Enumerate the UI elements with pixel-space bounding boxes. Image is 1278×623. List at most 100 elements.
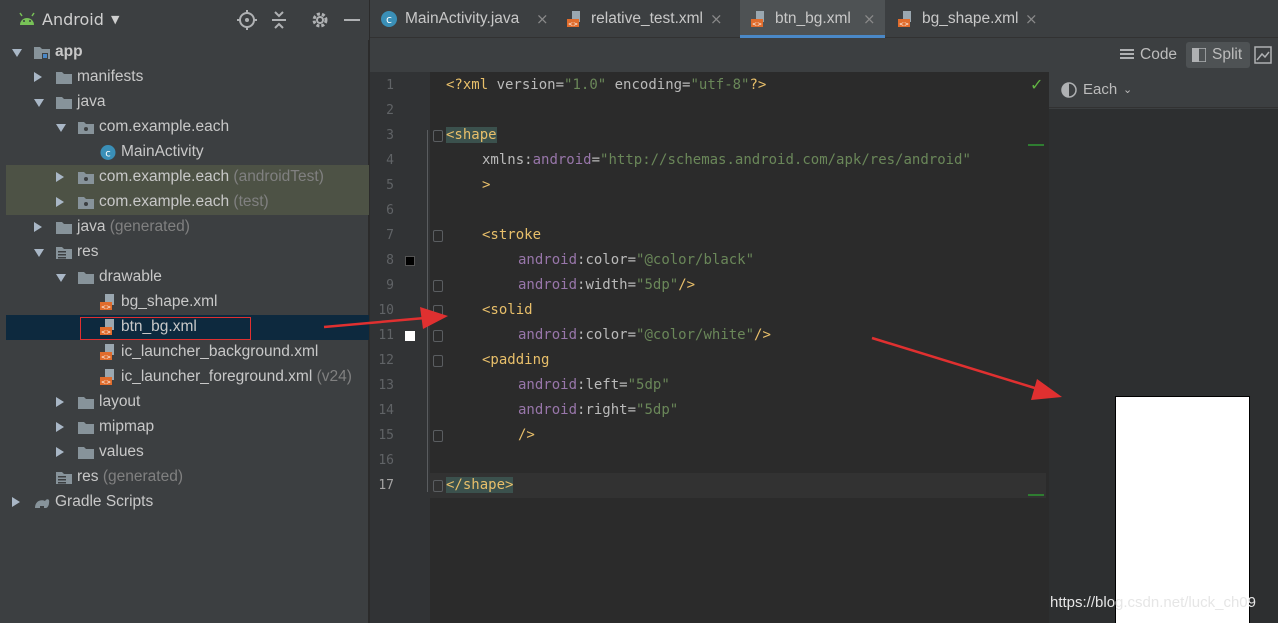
chevron-right-icon[interactable] bbox=[56, 397, 64, 407]
code-view-button[interactable]: Code bbox=[1114, 42, 1184, 68]
tree-item-label: values bbox=[99, 443, 144, 460]
check-icon[interactable]: ✓ bbox=[1030, 75, 1043, 94]
tree-item[interactable]: <> ic_launcher_background.xml bbox=[6, 340, 369, 365]
tree-item[interactable]: mipmap bbox=[6, 415, 369, 440]
tree-item-label: java bbox=[77, 93, 106, 110]
tree-item[interactable]: <> ic_launcher_foreground.xml (v24) bbox=[6, 365, 369, 390]
line-number: 13 bbox=[378, 378, 394, 393]
tree-item-label: drawable bbox=[99, 268, 162, 285]
svg-text:<>: <> bbox=[101, 304, 111, 311]
svg-text:c: c bbox=[105, 149, 111, 160]
tree-item-label: res bbox=[77, 243, 99, 260]
tree-item[interactable]: manifests bbox=[6, 65, 369, 90]
chevron-down-icon[interactable]: ▼ bbox=[111, 13, 119, 26]
tab-relative-test[interactable]: <> relative_test.xml × bbox=[556, 0, 738, 38]
tree-item-label: ic_launcher_background.xml bbox=[121, 343, 319, 360]
tree-item[interactable]: java bbox=[6, 90, 369, 115]
fold-marker-icon[interactable] bbox=[433, 480, 443, 492]
package-icon bbox=[78, 172, 94, 184]
chevron-right-icon[interactable] bbox=[34, 222, 42, 232]
tree-item[interactable]: app bbox=[6, 40, 369, 65]
chevron-right-icon[interactable] bbox=[12, 497, 20, 507]
chevron-down-icon[interactable] bbox=[12, 49, 22, 57]
tree-item[interactable]: values bbox=[6, 440, 369, 465]
line-number: 5 bbox=[386, 178, 394, 193]
gradle-icon bbox=[35, 499, 50, 508]
fold-marker-icon[interactable] bbox=[433, 230, 443, 242]
fold-marker-icon[interactable] bbox=[433, 430, 443, 442]
chevron-right-icon[interactable] bbox=[34, 72, 42, 82]
tree-item[interactable]: layout bbox=[6, 390, 369, 415]
tree-item[interactable]: com.example.each bbox=[6, 115, 369, 140]
split-icon bbox=[1192, 48, 1206, 62]
tree-item-label: mipmap bbox=[99, 418, 155, 435]
res-folder-icon bbox=[56, 472, 72, 484]
current-line-highlight bbox=[430, 473, 1046, 498]
tree-item[interactable]: drawable bbox=[6, 265, 369, 290]
tab-btn-bg[interactable]: <> btn_bg.xml × bbox=[740, 0, 885, 38]
line-number: 2 bbox=[386, 103, 394, 118]
tree-item[interactable]: com.example.each (androidTest) bbox=[6, 165, 369, 190]
chevron-right-icon[interactable] bbox=[56, 447, 64, 457]
locate-icon[interactable] bbox=[236, 9, 258, 31]
close-icon[interactable]: × bbox=[536, 10, 549, 28]
tree-item[interactable]: res (generated) bbox=[6, 465, 369, 490]
tree-item[interactable]: com.example.each (test) bbox=[6, 190, 369, 215]
tree-item[interactable]: java (generated) bbox=[6, 215, 369, 240]
tree-item-label: manifests bbox=[77, 68, 144, 85]
close-icon[interactable]: × bbox=[710, 10, 723, 28]
tree-item-label: ic_launcher_foreground.xml (v24) bbox=[121, 368, 352, 385]
code-line-14: android:right="5dp" bbox=[518, 402, 679, 418]
line-number: 14 bbox=[378, 403, 394, 418]
code-line-3: <shape bbox=[446, 127, 497, 143]
color-swatch-black[interactable] bbox=[405, 256, 415, 266]
preview-canvas[interactable] bbox=[1049, 109, 1278, 623]
close-icon[interactable]: × bbox=[863, 10, 876, 28]
tree-item[interactable]: <> bg_shape.xml bbox=[6, 290, 369, 315]
xml-file-icon: <> bbox=[100, 344, 114, 361]
xml-file-icon: <> bbox=[898, 11, 911, 28]
chevron-right-icon[interactable] bbox=[56, 172, 64, 182]
code-line-9: android:width="5dp"/> bbox=[518, 277, 696, 293]
tree-item-label: java (generated) bbox=[77, 218, 190, 235]
fold-marker-icon[interactable] bbox=[433, 305, 443, 317]
line-number: 6 bbox=[386, 203, 394, 218]
tab-bg-shape[interactable]: <> bg_shape.xml × bbox=[887, 0, 1047, 38]
design-view-icon[interactable] bbox=[1254, 46, 1272, 64]
fold-marker-icon[interactable] bbox=[433, 355, 443, 367]
chevron-right-icon[interactable] bbox=[56, 197, 64, 207]
chevron-down-icon[interactable] bbox=[34, 249, 44, 257]
chevron-down-icon[interactable] bbox=[34, 99, 44, 107]
chevron-down-icon[interactable]: ⌄ bbox=[1123, 83, 1132, 96]
code-line-5: > bbox=[482, 177, 491, 193]
svg-text:<>: <> bbox=[752, 21, 762, 28]
chevron-right-icon[interactable] bbox=[56, 422, 64, 432]
project-view-selector[interactable]: Android bbox=[42, 10, 104, 29]
fold-marker-icon[interactable] bbox=[433, 330, 443, 342]
close-icon[interactable]: × bbox=[1025, 10, 1038, 28]
hide-icon[interactable] bbox=[341, 9, 363, 31]
chevron-down-icon[interactable] bbox=[56, 274, 66, 282]
tree-item[interactable]: Gradle Scripts bbox=[6, 490, 369, 515]
line-number: 10 bbox=[378, 303, 394, 318]
split-view-button[interactable]: Split bbox=[1186, 42, 1250, 68]
tree-item-label: res (generated) bbox=[77, 468, 183, 485]
tab-main-activity[interactable]: c MainActivity.java × bbox=[370, 0, 550, 38]
settings-icon[interactable] bbox=[309, 9, 331, 31]
code-line-12: <padding bbox=[482, 352, 550, 368]
tree-item[interactable]: c MainActivity bbox=[6, 140, 369, 165]
error-stripe-mark[interactable] bbox=[1028, 494, 1044, 496]
svg-text:c: c bbox=[386, 13, 392, 26]
line-number: 8 bbox=[386, 253, 394, 268]
line-number: 15 bbox=[378, 428, 394, 443]
error-stripe-mark[interactable] bbox=[1028, 144, 1044, 146]
tree-item[interactable]: res bbox=[6, 240, 369, 265]
collapse-all-icon[interactable] bbox=[268, 9, 290, 31]
fold-marker-icon[interactable] bbox=[433, 280, 443, 292]
fold-marker-icon[interactable] bbox=[433, 130, 443, 142]
view-mode-toolbar: Code Split bbox=[370, 38, 1278, 72]
color-swatch-white[interactable] bbox=[405, 331, 415, 341]
theme-selector[interactable]: Each bbox=[1083, 81, 1117, 98]
code-editor[interactable]: 1 2 3 4 5 6 7 8 9 10 11 12 13 14 15 16 17 <?xml version=… bbox=[370, 72, 1046, 623]
chevron-down-icon[interactable] bbox=[56, 124, 66, 132]
